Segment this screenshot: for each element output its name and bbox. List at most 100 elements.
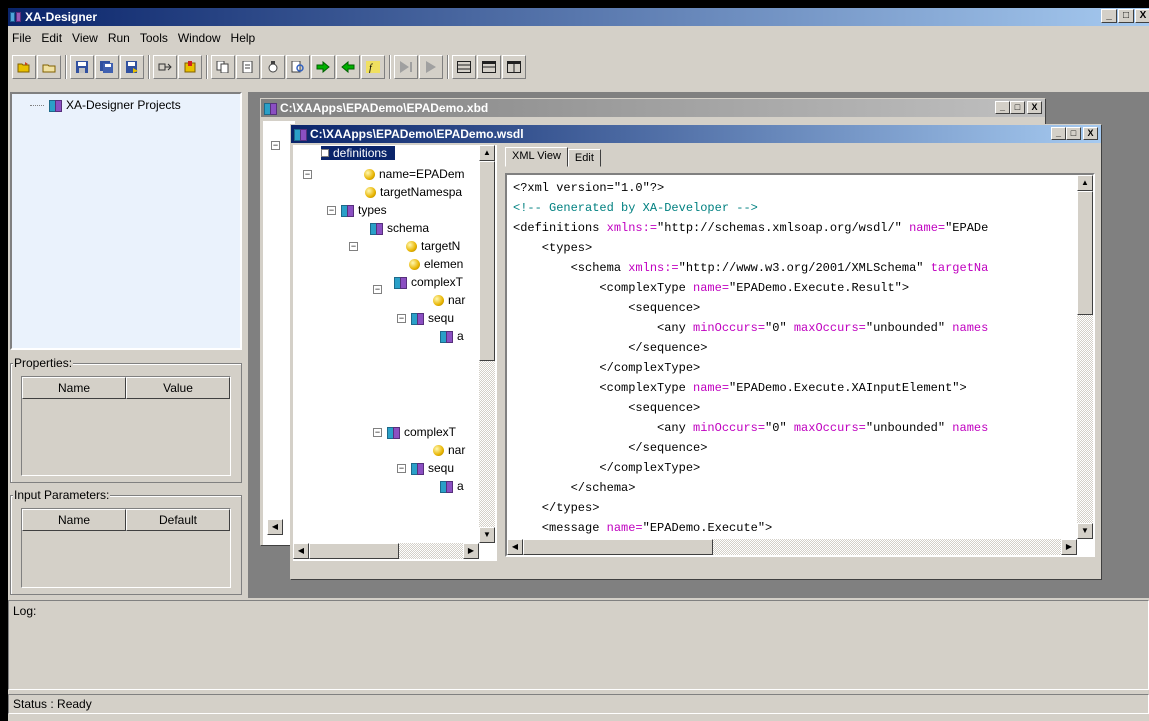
scroll-thumb[interactable] [309,543,399,559]
properties-grid[interactable]: Name Value [21,376,231,476]
input-params-grid[interactable]: Name Default [21,508,231,588]
expand-toggle[interactable]: − [373,427,382,437]
scroll-up-button[interactable]: ▲ [479,145,495,161]
tab-xml-view[interactable]: XML View [505,147,568,167]
tree-node-targetn[interactable]: − targetN [349,239,460,253]
minimize-button[interactable]: _ [1101,9,1117,23]
menu-window[interactable]: Window [174,31,227,45]
xbd-title-bar[interactable]: C:\XAApps\EPADemo\EPADemo.xbd _ □ X [261,99,1045,117]
xml-token: <message [513,521,607,535]
run-step-button[interactable] [394,55,418,79]
expand-toggle[interactable]: − [397,463,406,473]
menu-tools[interactable]: Tools [136,31,174,45]
scroll-right-button[interactable]: ▶ [1061,539,1077,555]
tree-node-complextype[interactable]: complexT [393,275,463,289]
scroll-left-button[interactable]: ◀ [267,519,283,535]
open-folder-button[interactable] [12,55,36,79]
copy-button[interactable] [211,55,235,79]
connect-button[interactable] [153,55,177,79]
tree-node-definitions[interactable]: definitions [321,146,396,160]
column-header-name[interactable]: Name [22,377,126,399]
import-button[interactable] [178,55,202,79]
tree-node-any[interactable]: a [439,329,464,343]
wsdl-window[interactable]: C:\XAApps\EPADemo\EPADemo.wsdl _ □ X def… [290,124,1102,580]
forward-button[interactable] [311,55,335,79]
xml-vertical-scrollbar[interactable]: ▲ ▼ [1077,175,1093,539]
column-header-default[interactable]: Default [126,509,230,531]
attribute-icon [433,294,444,306]
save-all-button[interactable] [95,55,119,79]
function-button[interactable]: f [361,55,385,79]
tree-node-sequence-2[interactable]: − sequ [397,461,454,475]
menu-run[interactable]: Run [104,31,136,45]
settings-button[interactable] [261,55,285,79]
xml-token: name= [909,221,946,235]
expand-toggle[interactable]: − [327,205,336,215]
column-header-name[interactable]: Name [22,509,126,531]
tree-node-name-attr-2[interactable]: nar [433,443,465,457]
wsdl-title-bar[interactable]: C:\XAApps\EPADemo\EPADemo.wsdl _ □ X [291,125,1101,143]
projects-tree[interactable]: XA-Designer Projects [10,92,242,350]
expand-toggle[interactable]: − [303,169,312,179]
scroll-right-button[interactable]: ▶ [463,543,479,559]
run-button[interactable] [419,55,443,79]
xbd-minimize-button[interactable]: _ [995,101,1010,114]
tree-vertical-scrollbar[interactable]: ▲ ▼ [479,145,495,543]
app-title: XA-Designer [25,10,98,24]
tree-node-element[interactable]: elemen [409,257,463,271]
scroll-thumb[interactable] [523,539,713,555]
wsdl-maximize-button[interactable]: □ [1066,127,1081,140]
menu-edit[interactable]: Edit [37,31,68,45]
close-button[interactable]: X [1135,9,1149,23]
xml-token: </sequence> [513,341,708,355]
tree-horizontal-scrollbar[interactable]: ◀ ▶ [293,543,479,559]
menu-view[interactable]: View [68,31,104,45]
back-button[interactable] [336,55,360,79]
scroll-left-button[interactable]: ◀ [293,543,309,559]
paste-button[interactable] [236,55,260,79]
tree-node-complextype-2[interactable]: − complexT [373,425,456,439]
menu-file[interactable]: File [8,31,37,45]
tile-vertical-button[interactable] [502,55,526,79]
scroll-thumb[interactable] [1077,191,1093,315]
search-button[interactable] [286,55,310,79]
cascade-button[interactable] [452,55,476,79]
open-button[interactable] [37,55,61,79]
expand-toggle[interactable]: − [397,313,406,323]
tree-node-name[interactable]: − name=EPADem [303,167,464,181]
expand-toggle[interactable]: − [349,241,358,251]
xml-source-view[interactable]: <?xml version="1.0"?> <!-- Generated by X… [505,173,1095,557]
wsdl-tree[interactable]: definitions − name=EPADem targetNamespa −… [293,145,497,561]
maximize-button[interactable]: □ [1118,9,1134,23]
expand-toggle[interactable]: − [373,285,382,294]
log-panel[interactable]: Log: [8,600,1149,690]
scroll-down-button[interactable]: ▼ [1077,523,1093,539]
xml-horizontal-scrollbar[interactable]: ◀ ▶ [507,539,1077,555]
tree-node-name-attr[interactable]: nar [433,293,465,307]
xml-token: </schema> [513,481,636,495]
scroll-left-button[interactable]: ◀ [507,539,523,555]
title-bar[interactable]: XA-Designer _ □ X [8,8,1149,26]
scroll-down-button[interactable]: ▼ [479,527,495,543]
tree-node-schema[interactable]: schema [369,221,429,235]
tree-node-targetnamespace[interactable]: targetNamespa [365,185,462,199]
search-icon [291,61,304,73]
tree-node-any-2[interactable]: a [439,479,464,493]
wsdl-close-button[interactable]: X [1083,127,1098,140]
scroll-thumb[interactable] [479,161,495,361]
tab-edit[interactable]: Edit [567,149,601,167]
save-button[interactable] [70,55,94,79]
save-as-button[interactable] [120,55,144,79]
expand-toggle[interactable]: − [271,141,280,150]
wsdl-minimize-button[interactable]: _ [1051,127,1066,140]
tree-node-label: sequ [428,461,455,475]
xbd-maximize-button[interactable]: □ [1010,101,1025,114]
tree-node-projects[interactable]: XA-Designer Projects [30,98,181,112]
tile-horizontal-button[interactable] [477,55,501,79]
tree-node-sequence[interactable]: − sequ [397,311,454,325]
xbd-close-button[interactable]: X [1027,101,1042,114]
tree-node-types[interactable]: − types [327,203,387,217]
scroll-up-button[interactable]: ▲ [1077,175,1093,191]
column-header-value[interactable]: Value [126,377,230,399]
menu-help[interactable]: Help [227,31,262,45]
